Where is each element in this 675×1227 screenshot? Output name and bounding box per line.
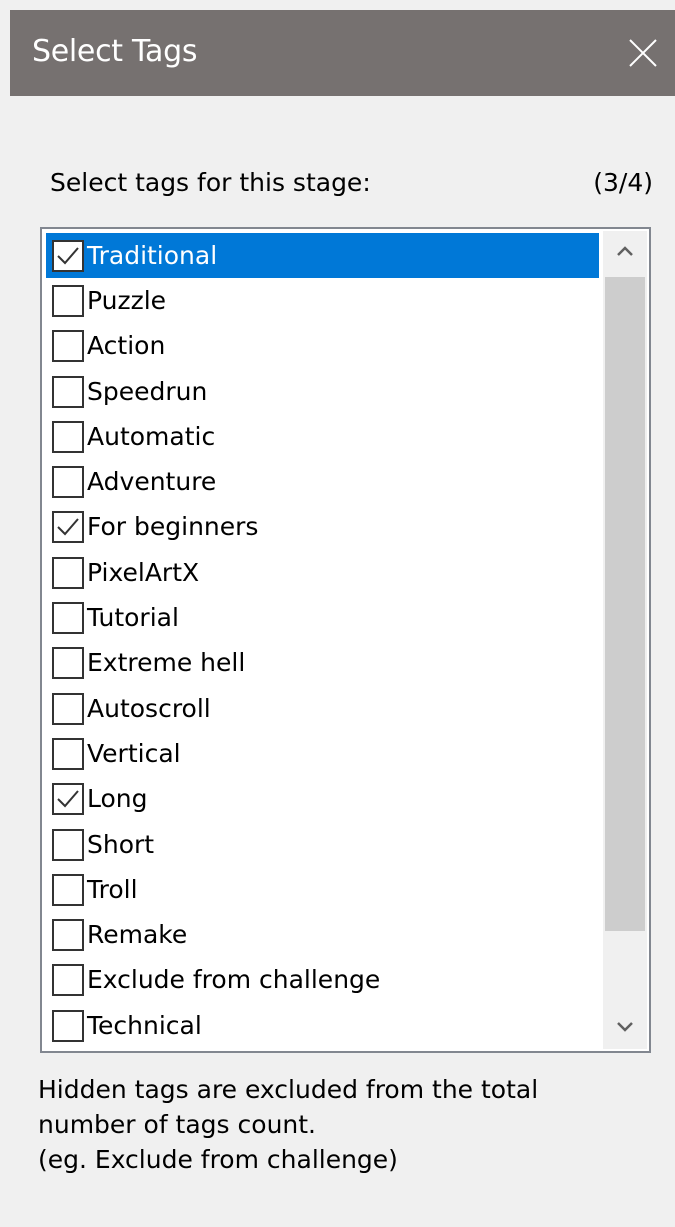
tag-label: Extreme hell: [87, 648, 246, 678]
tag-checkbox[interactable]: [52, 602, 84, 635]
tag-checkbox[interactable]: [52, 375, 84, 408]
tag-label: Technical: [87, 1010, 202, 1040]
tag-item[interactable]: Technical: [46, 1003, 599, 1048]
vertical-scrollbar[interactable]: [603, 231, 647, 1049]
scroll-down-button[interactable]: [603, 1007, 647, 1049]
note-line-2: number of tags count.: [38, 1110, 317, 1139]
tag-label: Troll: [87, 874, 138, 904]
tag-label: Remake: [87, 920, 188, 950]
tag-item[interactable]: Troll: [46, 867, 599, 912]
tag-item[interactable]: Short: [46, 822, 599, 867]
tag-label: For beginners: [87, 512, 259, 542]
tag-checkbox[interactable]: [52, 1009, 84, 1042]
tag-item[interactable]: Vertical: [46, 731, 599, 776]
checkmark-icon: [57, 518, 79, 536]
tag-label: Puzzle: [87, 285, 167, 315]
tag-checkbox[interactable]: [52, 873, 84, 906]
close-icon: [629, 39, 657, 67]
tag-item[interactable]: For beginners: [46, 505, 599, 550]
tag-item[interactable]: Remake: [46, 912, 599, 957]
tag-item[interactable]: Speedrun: [46, 369, 599, 414]
tag-item[interactable]: Long: [46, 777, 599, 822]
tag-label: Exclude from challenge: [87, 965, 381, 995]
title-bar: Select Tags: [10, 10, 675, 96]
tag-item[interactable]: Autoscroll: [46, 686, 599, 731]
tag-item[interactable]: Automatic: [46, 414, 599, 459]
note-line-1: Hidden tags are excluded from the total: [38, 1075, 539, 1104]
tag-checkbox[interactable]: [52, 556, 84, 589]
tag-item[interactable]: Tutorial: [46, 595, 599, 640]
tag-checkbox[interactable]: [52, 919, 84, 952]
scroll-thumb[interactable]: [605, 277, 645, 931]
note-line-3: (eg. Exclude from challenge): [38, 1145, 398, 1174]
tag-checkbox[interactable]: [52, 420, 84, 453]
checkmark-icon: [57, 246, 79, 265]
tag-checkbox[interactable]: [52, 466, 84, 499]
chevron-up-icon: [617, 246, 633, 256]
chevron-down-icon: [617, 1022, 633, 1032]
tag-checkbox[interactable]: [52, 783, 84, 816]
tag-label: Adventure: [87, 467, 217, 497]
tag-item[interactable]: Puzzle: [46, 278, 599, 323]
tag-checkbox[interactable]: [52, 692, 84, 725]
tag-item[interactable]: Extreme hell: [46, 641, 599, 686]
tag-label: Autoscroll: [87, 693, 211, 723]
window-title: Select Tags: [32, 34, 198, 69]
scroll-up-button[interactable]: [603, 231, 647, 273]
tag-label: Action: [87, 331, 166, 361]
tag-checkbox[interactable]: [52, 737, 84, 770]
tag-item[interactable]: Action: [46, 324, 599, 369]
tag-checkbox[interactable]: [52, 284, 84, 317]
tag-checkbox[interactable]: [52, 647, 84, 680]
tag-checkbox[interactable]: [52, 511, 84, 544]
tag-list: Traditional Puzzle Action Speedrun Automatic…: [46, 233, 599, 1048]
select-tags-prompt: Select tags for this stage:: [50, 168, 371, 197]
tag-item[interactable]: Traditional: [46, 233, 599, 279]
close-button[interactable]: [611, 10, 675, 96]
tag-label: PixelArtX: [87, 557, 200, 587]
tag-checkbox[interactable]: [52, 239, 84, 272]
tag-listbox[interactable]: Traditional Puzzle Action Speedrun Automatic…: [40, 227, 651, 1053]
tag-label: Automatic: [87, 421, 216, 451]
tag-item[interactable]: PixelArtX: [46, 550, 599, 595]
hidden-tags-note: Hidden tags are excluded from the total …: [38, 1072, 538, 1177]
tag-checkbox[interactable]: [52, 828, 84, 861]
tag-label: Traditional: [87, 240, 218, 270]
tag-label: Short: [87, 829, 155, 859]
tag-label: Long: [87, 784, 148, 814]
tag-label: Speedrun: [87, 376, 208, 406]
tag-item[interactable]: Exclude from challenge: [46, 958, 599, 1003]
tag-checkbox[interactable]: [52, 964, 84, 997]
tag-item[interactable]: Adventure: [46, 459, 599, 504]
tag-checkbox[interactable]: [52, 330, 84, 363]
checkmark-icon: [57, 790, 79, 808]
tag-label: Tutorial: [87, 603, 179, 633]
selected-tag-count: (3/4): [593, 168, 653, 197]
tag-label: Vertical: [87, 738, 181, 768]
